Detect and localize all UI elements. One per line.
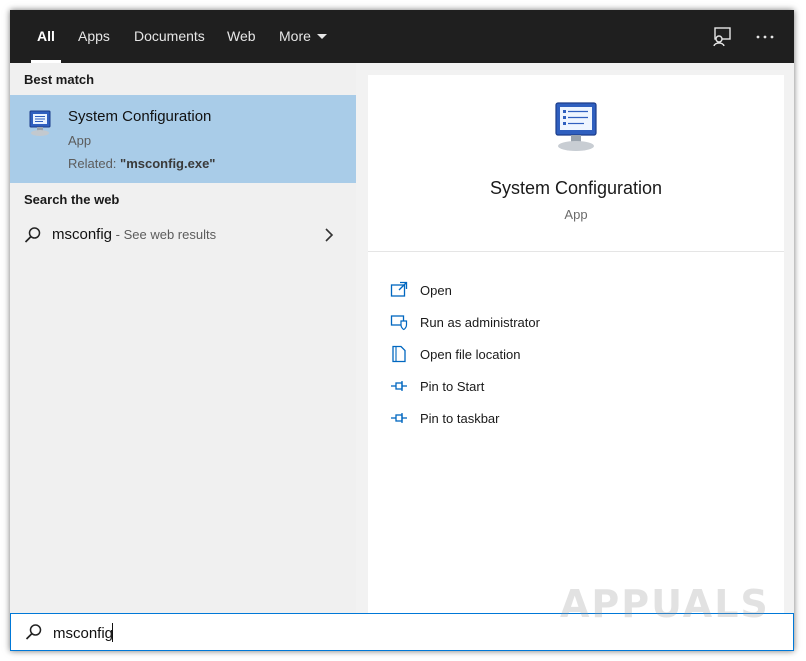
feedback-icon[interactable] xyxy=(711,26,733,48)
search-icon xyxy=(24,227,41,243)
tab-documents[interactable]: Documents xyxy=(134,10,205,63)
action-open-file-location[interactable]: Open file location xyxy=(390,342,770,368)
preview-type: App xyxy=(564,207,588,222)
start-search-window: All Apps Documents Web More Best match S… xyxy=(10,10,794,651)
preview-title: System Configuration xyxy=(489,178,663,198)
pin-icon xyxy=(391,413,407,423)
best-match-result[interactable]: System Configuration App Related: "mscon… xyxy=(10,95,356,183)
pin-icon xyxy=(391,381,407,391)
related-value: "msconfig.exe" xyxy=(120,156,216,171)
action-open-file-location-label: Open file location xyxy=(420,347,521,362)
results-pane: Best match System Configuration App Rela… xyxy=(10,63,356,613)
tab-documents-label: Documents xyxy=(134,28,205,44)
run-as-admin-icon xyxy=(390,315,408,331)
tab-apps-label: Apps xyxy=(78,28,110,44)
action-pin-to-taskbar-label: Pin to taskbar xyxy=(420,411,500,426)
tab-web-label: Web xyxy=(227,28,256,44)
tab-all[interactable]: All xyxy=(31,10,61,63)
action-pin-to-start[interactable]: Pin to Start xyxy=(390,374,770,400)
file-location-icon xyxy=(392,345,406,363)
best-match-type: App xyxy=(68,133,92,148)
chevron-right-icon[interactable] xyxy=(324,227,334,243)
web-search-result[interactable]: msconfig - See web results xyxy=(10,215,356,255)
action-run-as-admin-label: Run as administrator xyxy=(420,315,540,330)
tab-web[interactable]: Web xyxy=(227,10,256,63)
text-cursor xyxy=(112,623,113,642)
tab-apps[interactable]: Apps xyxy=(78,10,110,63)
action-open-label: Open xyxy=(420,283,452,298)
more-options-icon[interactable] xyxy=(754,26,776,48)
search-icon xyxy=(25,624,42,640)
system-configuration-large-icon xyxy=(555,102,597,151)
chevron-down-icon xyxy=(316,33,327,39)
web-result-text: msconfig - See web results xyxy=(52,226,216,243)
appuals-watermark: APPUALS xyxy=(560,582,770,626)
action-open[interactable]: Open xyxy=(390,278,770,304)
preview-pane: System Configuration App Open Run as adm… xyxy=(368,75,784,613)
tab-all-label: All xyxy=(37,28,55,44)
preview-divider xyxy=(368,251,784,252)
action-run-as-administrator[interactable]: Run as administrator xyxy=(390,310,770,336)
tab-more[interactable]: More xyxy=(279,10,327,63)
web-result-query: msconfig xyxy=(52,226,113,243)
action-pin-to-taskbar[interactable]: Pin to taskbar xyxy=(390,406,770,432)
open-icon xyxy=(390,281,408,297)
action-pin-to-start-label: Pin to Start xyxy=(420,379,485,394)
system-configuration-icon xyxy=(29,110,51,136)
tab-more-label: More xyxy=(279,28,311,44)
search-tabs-bar: All Apps Documents Web More xyxy=(10,10,794,63)
web-result-suffix: - See web results xyxy=(112,227,217,242)
search-web-heading: Search the web xyxy=(24,192,120,207)
best-match-name: System Configuration xyxy=(68,108,212,125)
best-match-heading: Best match xyxy=(24,72,95,87)
related-prefix: Related: xyxy=(68,156,121,171)
best-match-related: Related: "msconfig.exe" xyxy=(68,156,215,171)
